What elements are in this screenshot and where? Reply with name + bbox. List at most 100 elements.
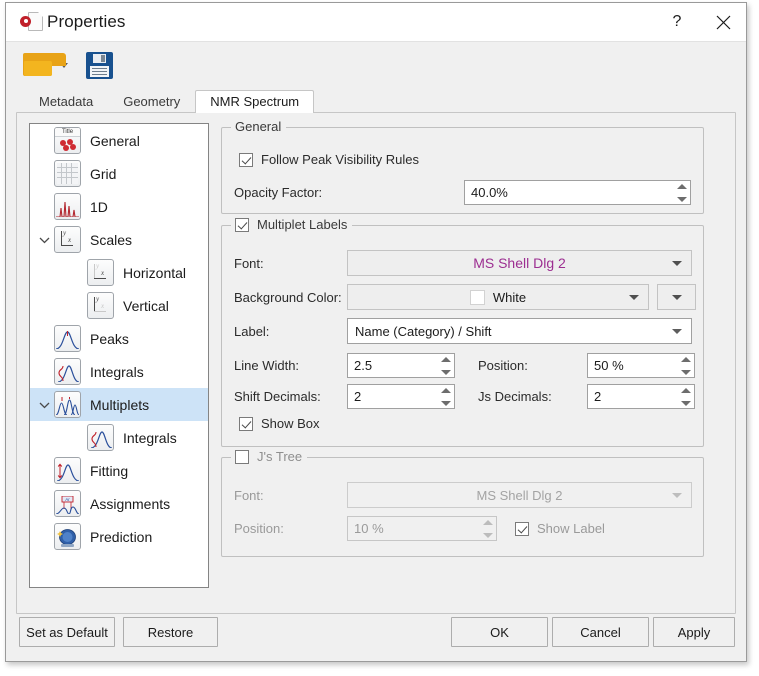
js-tree-font-row: Font: MS Shell Dlg 2 [234,482,692,508]
tree-item-scales[interactable]: y x Scales [30,223,208,256]
line-width-input[interactable]: 2.5 [347,353,455,378]
background-color-label: Background Color: [234,290,347,305]
tree-item-integrals[interactable]: Integrals [30,355,208,388]
position-input[interactable]: 50 % [587,353,695,378]
js-tree-font-label: Font: [234,488,347,503]
tree-item-label: Assignments [90,496,170,512]
js-decimals-input[interactable]: 2 [587,384,695,409]
tree-item-label: Peaks [90,331,129,347]
js-tree-group: J's Tree Font: MS Shell Dlg 2 Position: … [221,457,704,557]
tree-item-1d[interactable]: 1D [30,190,208,223]
expander-collapse-icon[interactable] [35,388,54,421]
background-color-row: Background Color: White [234,284,696,310]
help-button[interactable]: ? [654,3,700,41]
chevron-down-icon [672,295,682,300]
tree-item-multiplets[interactable]: Multiplets [30,388,208,421]
tree-item-multiplets-integrals[interactable]: Integrals [30,421,208,454]
chevron-down-icon [629,295,639,300]
tree-item-assignments[interactable]: Ar Assignments [30,487,208,520]
open-button[interactable] [23,53,68,79]
label-row: Label: Name (Category) / Shift [234,318,692,344]
tree-item-fitting[interactable]: Fitting [30,454,208,487]
tree-item-peaks[interactable]: Peaks [30,322,208,355]
js-tree-position-row: Position: 10 % Show Label [234,516,605,541]
label-combobox[interactable]: Name (Category) / Shift [347,318,692,344]
close-button[interactable] [700,3,746,41]
close-icon [716,15,731,30]
multiplet-labels-legend-text: Multiplet Labels [257,217,347,232]
js-decimals-spinner[interactable] [680,388,691,406]
font-value: MS Shell Dlg 2 [473,255,566,271]
show-box-checkbox[interactable] [239,417,253,431]
show-label-checkbox-row[interactable]: Show Label [515,521,605,536]
show-box-checkbox-row[interactable]: Show Box [239,416,320,431]
assignments-icon: Ar [54,490,81,517]
set-as-default-button[interactable]: Set as Default [19,617,115,647]
chevron-down-icon [672,329,682,334]
tab-metadata[interactable]: Metadata [24,90,108,113]
show-label-checkbox[interactable] [515,522,529,536]
apply-button[interactable]: Apply [653,617,735,647]
tab-geometry[interactable]: Geometry [108,90,195,113]
tree-item-general[interactable]: Title General [30,124,208,157]
shift-decimals-label: Shift Decimals: [234,389,347,404]
multiplet-labels-group-legend[interactable]: Multiplet Labels [231,217,352,232]
opacity-factor-input[interactable]: 40.0% [464,180,691,205]
line-width-spinner[interactable] [440,357,451,375]
shift-decimals-spinner[interactable] [440,388,451,406]
tree-item-grid[interactable]: Grid [30,157,208,190]
js-tree-checkbox[interactable] [235,450,249,464]
opacity-factor-row: Opacity Factor: 40.0% [234,180,691,205]
cancel-button[interactable]: Cancel [552,617,649,647]
js-tree-group-legend[interactable]: J's Tree [231,449,307,464]
line-width-label: Line Width: [234,358,347,373]
position-spinner[interactable] [680,357,691,375]
title-bar: Properties ? [6,3,746,42]
js-tree-position-label: Position: [234,521,347,536]
shift-decimals-input[interactable]: 2 [347,384,455,409]
label-label: Label: [234,324,347,339]
js-tree-font-combobox[interactable]: MS Shell Dlg 2 [347,482,692,508]
chevron-down-icon [672,261,682,266]
chevron-down-icon [672,493,682,498]
multiplet-labels-checkbox[interactable] [235,218,249,232]
tree-item-label: Fitting [90,463,128,479]
opacity-factor-spinner[interactable] [676,184,687,202]
js-tree-position-value: 10 % [348,521,384,536]
tree-item-horizontal[interactable]: y x Horizontal [30,256,208,289]
tab-nmr-spectrum[interactable]: NMR Spectrum [195,90,314,113]
expander-collapse-icon[interactable] [35,223,54,256]
title-bar-buttons: ? [654,3,746,41]
line-width-row: Line Width: 2.5 Position: 50 % [234,353,695,378]
js-tree-legend-text: J's Tree [257,449,302,464]
tree-item-label: Multiplets [90,397,149,413]
follow-peak-visibility-rules-checkbox[interactable] [239,153,253,167]
font-combobox[interactable]: MS Shell Dlg 2 [347,250,692,276]
grid-icon [54,160,81,187]
position-value: 50 % [588,358,624,373]
ok-button[interactable]: OK [451,617,548,647]
spectrum-1d-icon [54,193,81,220]
save-floppy-icon[interactable] [86,52,113,79]
integral-icon [87,424,114,451]
axes-xy-icon: y x [54,226,81,253]
tree-item-label: Scales [90,232,132,248]
js-tree-position-input[interactable]: 10 % [347,516,497,541]
prediction-icon [54,523,81,550]
js-tree-position-spinner[interactable] [482,520,493,538]
tab-page-nmr-spectrum: Title General [16,112,736,614]
line-width-value: 2.5 [348,358,372,373]
tab-strip: Metadata Geometry NMR Spectrum [6,89,746,112]
tree-item-vertical[interactable]: y x Vertical [30,289,208,322]
background-color-more-button[interactable] [657,284,696,310]
restore-button[interactable]: Restore [123,617,218,647]
tree-item-label: Horizontal [123,265,186,281]
font-label: Font: [234,256,347,271]
background-color-combobox[interactable]: White [347,284,649,310]
tree-item-prediction[interactable]: Prediction [30,520,208,553]
open-folder-icon [23,53,55,79]
properties-tree[interactable]: Title General [29,123,209,588]
follow-peak-visibility-rules-checkbox-row[interactable]: Follow Peak Visibility Rules [239,152,419,167]
multiplets-icon [54,391,81,418]
window-title: Properties [47,12,125,32]
